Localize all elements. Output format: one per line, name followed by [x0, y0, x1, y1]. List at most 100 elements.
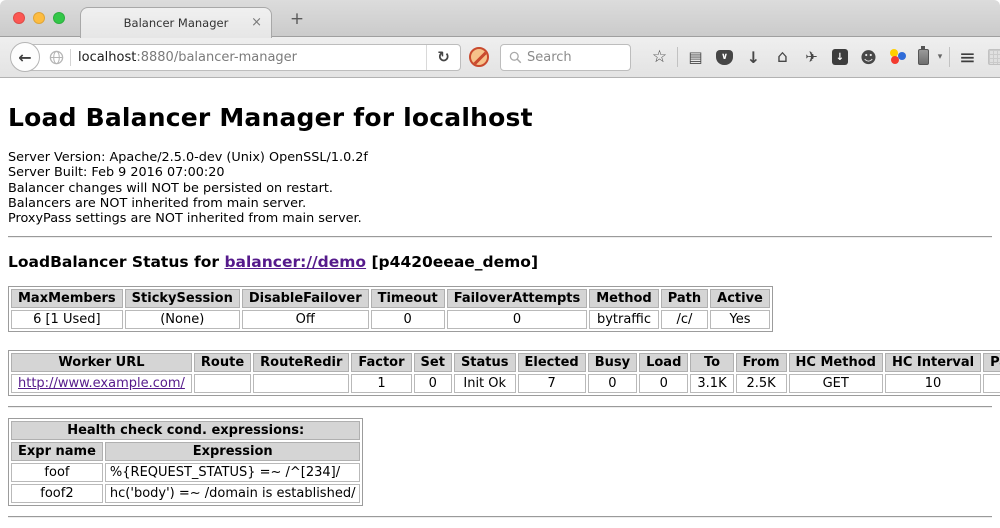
cell-to: 3.1K — [690, 374, 733, 393]
status-heading-prefix: LoadBalancer Status for — [8, 253, 224, 271]
server-info: Server Version: Apache/2.5.0-dev (Unix) … — [8, 150, 992, 226]
extension-download-icon[interactable]: ↓ — [832, 49, 848, 65]
col-from: From — [736, 353, 787, 372]
cell-hc-method: GET — [789, 374, 883, 393]
downloads-icon[interactable]: ↓ — [739, 43, 768, 72]
persist-notice-line: Balancer changes will NOT be persisted o… — [8, 181, 992, 196]
cell-maxmembers: 6 [1 Used] — [11, 310, 123, 329]
send-to-device-icon[interactable]: ✈ — [797, 43, 826, 72]
divider — [8, 406, 992, 408]
cell-disablefailover: Off — [242, 310, 369, 329]
reload-button[interactable]: ↻ — [426, 45, 460, 70]
col-disablefailover: DisableFailover — [242, 289, 369, 308]
col-hc-interval: HC Interval — [885, 353, 981, 372]
page-title: Load Balancer Manager for localhost — [8, 103, 992, 132]
col-route: Route — [194, 353, 251, 372]
extension-colored-dots-icon[interactable] — [889, 49, 907, 65]
col-busy: Busy — [588, 353, 637, 372]
col-worker-url: Worker URL — [11, 353, 192, 372]
cell-from: 2.5K — [736, 374, 787, 393]
server-built-line: Server Built: Feb 9 2016 07:00:20 — [8, 165, 992, 180]
battery-icon[interactable] — [918, 49, 929, 65]
cell-load: 0 — [639, 374, 688, 393]
col-failoverattempts: FailoverAttempts — [447, 289, 588, 308]
url-bar[interactable]: localhost:8880/balancer-manager ↻ — [24, 44, 461, 71]
back-icon: ← — [18, 48, 31, 67]
table-title-row: Health check cond. expressions: — [11, 421, 360, 440]
health-check-table: Health check cond. expressions: Expr nam… — [8, 418, 363, 506]
col-elected: Elected — [518, 353, 586, 372]
cell-routeredir — [253, 374, 349, 393]
url-domain: localhost — [78, 50, 136, 65]
hamburger-menu-icon[interactable]: ≡ — [953, 43, 982, 72]
col-stickysession: StickySession — [125, 289, 240, 308]
status-heading-suffix: [p4420eeae_demo] — [366, 253, 538, 271]
col-active: Active — [710, 289, 770, 308]
minimize-window-button[interactable] — [33, 12, 45, 24]
col-path: Path — [661, 289, 708, 308]
url-separator — [70, 49, 71, 66]
table-row: foof %{REQUEST_STATUS} =~ /^[234]/ — [11, 463, 360, 482]
col-status: Status — [454, 353, 516, 372]
cell-set: 0 — [414, 374, 452, 393]
col-to: To — [690, 353, 733, 372]
home-icon[interactable]: ⌂ — [768, 43, 797, 72]
cell-expression: hc('body') =~ /domain is established/ — [105, 484, 361, 503]
back-button[interactable]: ← — [10, 42, 40, 72]
cell-elected: 7 — [518, 374, 586, 393]
cell-status: Init Ok — [454, 374, 516, 393]
extension-grid-icon[interactable] — [988, 49, 1000, 65]
balancers-notice-line: Balancers are NOT inherited from main se… — [8, 196, 992, 211]
reload-icon: ↻ — [437, 48, 450, 66]
tab-balancer-manager[interactable]: Balancer Manager × — [80, 7, 272, 38]
cell-method: bytraffic — [589, 310, 658, 329]
globe-icon — [49, 50, 64, 65]
zoom-window-button[interactable] — [53, 12, 65, 24]
url-path: :8880/balancer-manager — [136, 50, 297, 65]
chevron-down-icon[interactable]: ▾ — [934, 52, 946, 62]
cell-expression: %{REQUEST_STATUS} =~ /^[234]/ — [105, 463, 361, 482]
table-row: foof2 hc('body') =~ /domain is establish… — [11, 484, 360, 503]
cell-active: Yes — [710, 310, 770, 329]
toolbar-icons: ☆ ▤ ∨ ↓ ⌂ ✈ ↓ ☻ ▾ ≡ — [645, 43, 1000, 72]
col-hc-method: HC Method — [789, 353, 883, 372]
worker-table: Worker URL Route RouteRedir Factor Set S… — [8, 350, 1000, 396]
col-set: Set — [414, 353, 452, 372]
toolbar-separator — [677, 47, 678, 67]
table-header-row: MaxMembers StickySession DisableFailover… — [11, 289, 770, 308]
col-expression: Expression — [105, 442, 361, 461]
col-passes: Passes — [983, 353, 1000, 372]
tab-close-icon[interactable]: × — [251, 15, 262, 30]
new-tab-button[interactable]: + — [286, 9, 308, 29]
reading-list-icon[interactable]: ▤ — [681, 43, 710, 72]
search-bar[interactable] — [500, 44, 631, 71]
cell-timeout: 0 — [371, 310, 445, 329]
url-text[interactable]: localhost:8880/balancer-manager — [78, 50, 426, 65]
table-header-row: Expr name Expression — [11, 442, 360, 461]
cell-route — [194, 374, 251, 393]
close-window-button[interactable] — [13, 12, 25, 24]
status-heading: LoadBalancer Status for balancer://demo … — [8, 253, 992, 271]
pocket-icon[interactable]: ∨ — [716, 50, 733, 65]
chat-smiley-icon[interactable]: ☻ — [854, 43, 883, 72]
cell-failoverattempts: 0 — [447, 310, 588, 329]
toolbar-separator — [949, 47, 950, 67]
blocked-content-icon[interactable] — [469, 47, 489, 67]
cell-path: /c/ — [661, 310, 708, 329]
table-row: http://www.example.com/ 1 0 Init Ok 7 0 … — [11, 374, 1000, 393]
search-input[interactable] — [527, 50, 617, 65]
bookmark-star-icon[interactable]: ☆ — [645, 43, 674, 72]
tab-title: Balancer Manager — [124, 16, 229, 30]
col-maxmembers: MaxMembers — [11, 289, 123, 308]
cell-hc-interval: 10 — [885, 374, 981, 393]
cell-expr-name: foof — [11, 463, 103, 482]
balancer-demo-link[interactable]: balancer://demo — [224, 253, 366, 271]
cell-passes: 1 (0) — [983, 374, 1000, 393]
cell-busy: 0 — [588, 374, 637, 393]
divider — [8, 516, 992, 518]
col-routeredir: RouteRedir — [253, 353, 349, 372]
cell-factor: 1 — [351, 374, 411, 393]
navigation-toolbar: ← localhost:8880/balancer-manager ↻ ☆ ▤ … — [0, 37, 1000, 78]
divider — [8, 236, 992, 238]
worker-url-link[interactable]: http://www.example.com/ — [18, 376, 185, 391]
